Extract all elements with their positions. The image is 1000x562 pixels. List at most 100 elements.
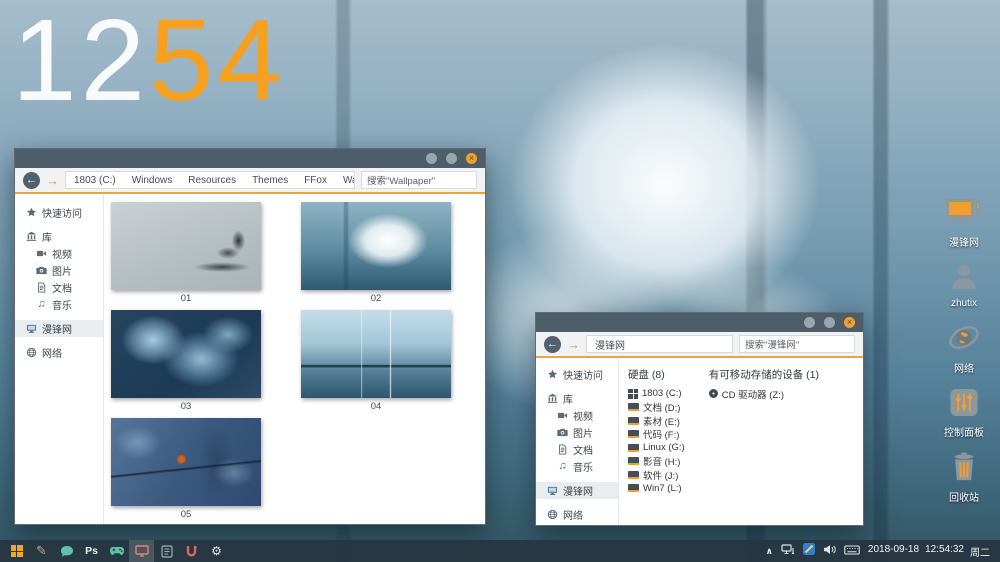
sliders-icon [949,388,979,422]
drive-item[interactable]: 素材 (E:) [628,414,685,428]
paint-pencil-icon[interactable]: ✎ [29,540,54,562]
video-camera-icon [36,248,47,259]
volume-icon[interactable] [823,542,836,560]
file-item[interactable]: 02 [301,202,451,304]
settings-gear-icon[interactable]: ⚙ [204,540,229,562]
sidebar-item-this-pc[interactable]: 漫锋网 [536,482,618,499]
breadcrumb[interactable]: 1803 (C:) Windows Resources Themes FFox … [65,171,355,189]
sidebar-item-quick-access[interactable]: 快速访问 [15,204,103,221]
search-input[interactable] [739,335,855,353]
sidebar-item-label: 视频 [52,246,72,261]
sidebar-item-documents[interactable]: 文档 [15,279,103,296]
desktop-icon-recycle-bin[interactable]: 回收站 [933,452,995,504]
start-button[interactable] [4,540,29,562]
sidebar-item-quick-access[interactable]: 快速访问 [536,366,618,383]
maximize-button[interactable] [446,153,457,164]
notes-app-icon[interactable] [154,540,179,562]
close-button[interactable]: × [844,317,855,328]
wallpaper-thumbnail-05[interactable] [111,418,261,506]
file-label: 02 [301,293,451,304]
network-status-icon[interactable] [781,542,795,560]
desktop-icon-network[interactable]: 网络 [933,322,995,375]
wallpaper-thumbnail-04[interactable] [301,310,451,398]
desktop-icon-this-pc[interactable]: 漫锋网 [933,198,995,249]
breadcrumb-item[interactable]: FFox [296,175,335,186]
sidebar-item-label: 库 [42,229,52,244]
photoshop-icon[interactable]: Ps [79,540,104,562]
breadcrumb[interactable]: 漫锋网 [586,335,733,353]
tray-app-icon[interactable] [803,542,815,560]
sidebar-item-library[interactable]: 库 [15,228,103,245]
minimize-button[interactable] [426,153,437,164]
file-item[interactable]: 03 [111,310,261,412]
drive-item[interactable]: 软件 (J:) [628,468,685,482]
search-input[interactable] [361,171,477,189]
desktop-icon-user[interactable]: zhutix [933,262,995,309]
sidebar-item-music[interactable]: ♫ 音乐 [536,458,618,475]
breadcrumb-item[interactable]: Wallpaper [335,175,355,186]
globe-icon [547,509,558,520]
sidebar-item-library[interactable]: 库 [536,390,618,407]
clock-minutes: 54 [149,0,286,125]
clock-hours: 12 [12,0,149,125]
computer-monitor-icon [547,485,558,496]
drive-item[interactable]: 影音 (H:) [628,455,685,469]
breadcrumb-item[interactable]: 漫锋网 [587,337,633,352]
maximize-button[interactable] [824,317,835,328]
drive-item[interactable]: CD 驱动器 (Z:) [709,387,819,401]
desktop-icon-label: 网络 [954,360,974,375]
breadcrumb-item[interactable]: Resources [180,175,244,186]
desktop-icon-label: 控制面板 [944,424,984,439]
forward-button[interactable]: → [567,337,580,352]
minimize-button[interactable] [804,317,815,328]
group-header: 有可移动存储的设备 (1) [709,367,819,382]
hard-drive-icon [628,430,639,438]
drive-item[interactable]: 1803 (C:) [628,387,685,401]
chat-app-icon[interactable] [54,540,79,562]
sidebar-item-videos[interactable]: 视频 [15,245,103,262]
drive-label: 影音 (H:) [643,454,680,468]
hard-drive-icon [628,403,639,411]
desktop-icon-control-panel[interactable]: 控制面板 [933,388,995,439]
drive-item[interactable]: Linux (G:) [628,441,685,455]
sidebar-item-pictures[interactable]: 图片 [15,262,103,279]
file-item[interactable]: 05 [111,418,261,520]
computer-monitor-icon [26,323,37,334]
sidebar-item-music[interactable]: ♫ 音乐 [15,296,103,313]
breadcrumb-item[interactable]: Themes [244,175,296,186]
tray-clock[interactable]: 2018-09-18 12:54:32 周二 [868,544,990,559]
tray-chevron-up-icon[interactable]: ∧ [766,546,773,557]
window2-titlebar[interactable]: × [536,313,863,332]
forward-button[interactable]: → [46,173,59,188]
sidebar-item-pictures[interactable]: 图片 [536,424,618,441]
sidebar-item-network[interactable]: 网络 [536,506,618,523]
game-controller-icon[interactable] [104,540,129,562]
file-explorer-taskbar-icon[interactable] [129,540,154,562]
windows-logo-icon [628,389,638,399]
sidebar-item-network[interactable]: 网络 [15,344,103,361]
window1-titlebar[interactable]: × [15,149,485,168]
drive-item[interactable]: 文档 (D:) [628,401,685,415]
sidebar-item-documents[interactable]: 文档 [536,441,618,458]
sidebar-item-label: 网络 [42,345,62,360]
breadcrumb-item[interactable]: Windows [124,175,181,186]
file-grid: 01 02 03 04 05 [104,194,485,524]
file-item[interactable]: 04 [301,310,451,412]
back-button[interactable]: ← [23,172,40,189]
sidebar-item-this-pc[interactable]: 漫锋网 [15,320,103,337]
back-button[interactable]: ← [544,336,561,353]
close-button[interactable]: × [466,153,477,164]
sidebar-item-videos[interactable]: 视频 [536,407,618,424]
breadcrumb-item[interactable]: 1803 (C:) [66,175,124,186]
file-item[interactable]: 01 [111,202,261,304]
drive-item[interactable]: 代码 (F:) [628,428,685,442]
taskbar: ✎ Ps ⚙ ∧ 2018-09-18 12:54:32 周二 [0,540,1000,562]
wallpaper-thumbnail-01[interactable] [111,202,261,290]
window1-toolbar: ← → 1803 (C:) Windows Resources Themes F… [15,168,485,192]
browser-u-icon[interactable] [179,540,204,562]
tray-day: 周二 [970,544,990,559]
wallpaper-thumbnail-03[interactable] [111,310,261,398]
keyboard-icon[interactable] [844,542,860,560]
wallpaper-thumbnail-02[interactable] [301,202,451,290]
drive-item[interactable]: Win7 (L:) [628,482,685,496]
